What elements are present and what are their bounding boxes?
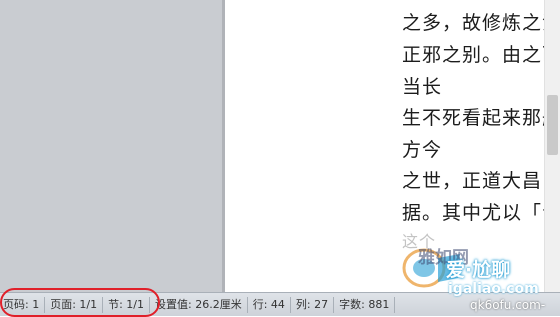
status-section[interactable]: 节: 1/1 (103, 296, 151, 313)
document-line: 方今 (402, 139, 443, 161)
status-word-count[interactable]: 字数: 881 (334, 296, 396, 313)
document-line: 之多，故修炼之法 (402, 12, 545, 34)
scrollbar-thumb[interactable] (547, 95, 558, 155)
document-line: 据。其中尤以「青 (402, 202, 545, 224)
document-line: 之世，正道大昌， (402, 170, 545, 192)
status-column[interactable]: 列: 27 (291, 296, 335, 313)
document-line: 生不死看起来那般 (402, 107, 545, 129)
document-line: 当长 (402, 76, 443, 98)
status-page-count[interactable]: 页面: 1/1 (45, 296, 104, 313)
vertical-scrollbar[interactable] (544, 0, 560, 292)
status-setting-value[interactable]: 设置值: 26.2厘米 (150, 296, 248, 313)
status-page-code[interactable]: 页码: 1 (0, 296, 46, 313)
status-bar: 页码: 1 页面: 1/1 节: 1/1 设置值: 26.2厘米 行: 44 列… (0, 292, 560, 316)
document-line: 正邪之别。由之而 (402, 44, 545, 66)
status-row[interactable]: 行: 44 (248, 296, 291, 313)
document-line: 这个 (402, 232, 437, 251)
document-page[interactable]: 之多，故修炼之法 正邪之别。由之而 当长 生不死看起来那般 方今 之世，正道大昌… (225, 0, 545, 292)
document-margin-area (0, 0, 222, 292)
